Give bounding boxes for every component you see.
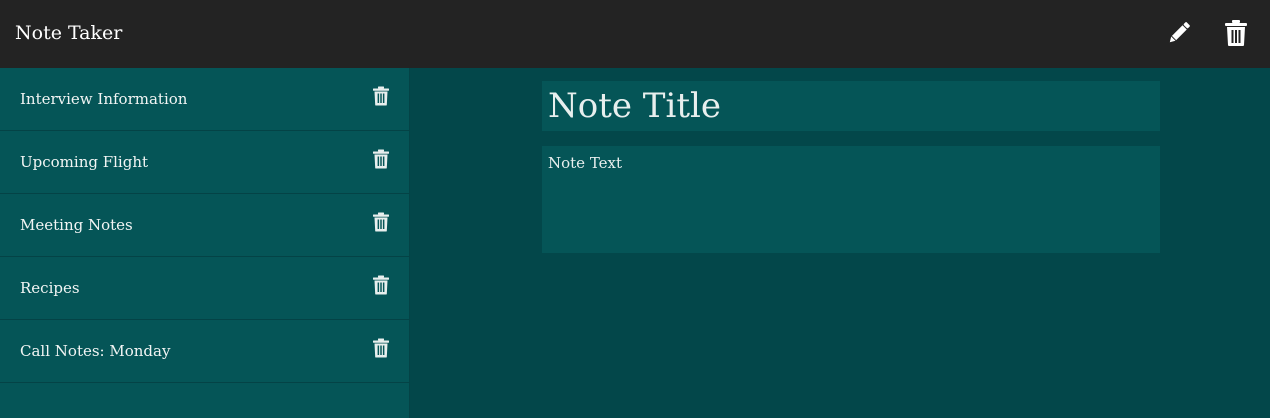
new-note-button[interactable]: [1164, 18, 1194, 48]
note-list-item-label: Meeting Notes: [20, 216, 133, 234]
trash-icon[interactable]: [372, 275, 390, 295]
note-title-input[interactable]: [542, 81, 1160, 131]
note-list-item-label: Upcoming Flight: [20, 153, 149, 171]
trash-icon[interactable]: [372, 338, 390, 358]
trash-icon[interactable]: [372, 86, 390, 106]
app-title[interactable]: Note Taker: [15, 21, 122, 45]
notes-sidebar: Interview Information Upcoming Flight Me…: [0, 68, 410, 418]
top-navbar: Note Taker: [0, 0, 1270, 68]
note-editor: [410, 68, 1270, 418]
trash-icon[interactable]: [372, 149, 390, 169]
note-list-item-label: Call Notes: Monday: [20, 342, 171, 360]
note-list-item[interactable]: Upcoming Flight: [0, 131, 409, 194]
pencil-icon: [1169, 22, 1190, 43]
note-list-item[interactable]: Recipes: [0, 257, 409, 320]
trash-icon[interactable]: [372, 212, 390, 232]
note-text-input[interactable]: [542, 146, 1160, 253]
note-list-item[interactable]: Interview Information: [0, 68, 409, 131]
note-list-item[interactable]: Meeting Notes: [0, 194, 409, 257]
note-list-item-label: Interview Information: [20, 90, 188, 108]
note-list-item[interactable]: Call Notes: Monday: [0, 320, 409, 383]
delete-current-note-button[interactable]: [1221, 18, 1251, 48]
trash-icon: [1225, 20, 1247, 46]
note-list-item-label: Recipes: [20, 279, 80, 297]
